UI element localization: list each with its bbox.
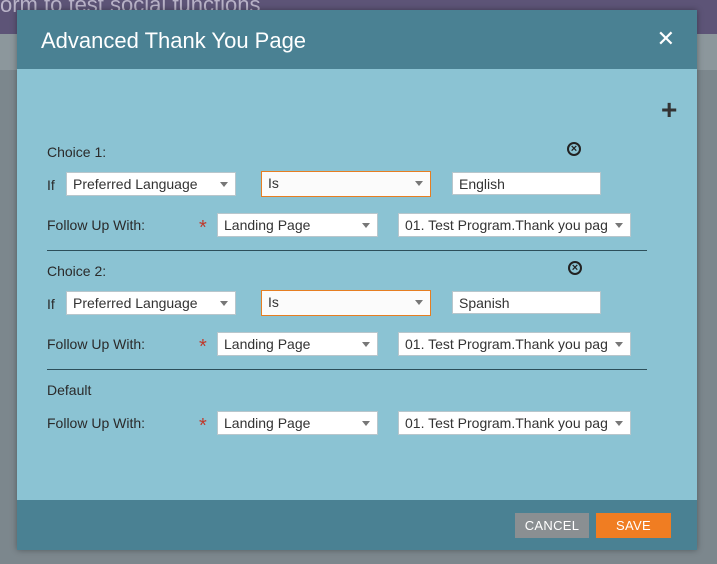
choice-1-page-value: 01. Test Program.Thank you pag	[405, 217, 608, 233]
choice-2-operator-value: Is	[268, 294, 279, 310]
choice-2-if-label: If	[47, 296, 55, 312]
choice-2-type-value: Landing Page	[224, 336, 311, 352]
chevron-down-icon	[415, 181, 423, 186]
choice-2-follow-label: Follow Up With:	[47, 336, 146, 352]
choice-1-value-text: English	[459, 176, 505, 192]
required-indicator: *	[199, 336, 207, 358]
choice-2-page-value: 01. Test Program.Thank you pag	[405, 336, 608, 352]
choice-2-page-select[interactable]: 01. Test Program.Thank you pag	[398, 332, 631, 356]
choice-1-field-select[interactable]: Preferred Language	[66, 172, 236, 196]
choice-2-value-input[interactable]: Spanish	[452, 291, 601, 314]
default-label: Default	[47, 382, 92, 398]
default-type-value: Landing Page	[224, 415, 311, 431]
chevron-down-icon	[615, 223, 623, 228]
choice-1-value-input[interactable]: English	[452, 172, 601, 195]
choice-1-operator-value: Is	[268, 175, 279, 191]
choice-1-follow-label: Follow Up With:	[47, 217, 146, 233]
dialog-header: Advanced Thank You Page ✕	[17, 10, 697, 69]
choice-2-type-select[interactable]: Landing Page	[217, 332, 378, 356]
chevron-down-icon	[220, 182, 228, 187]
default-follow-label: Follow Up With:	[47, 415, 146, 431]
plus-icon[interactable]: +	[661, 96, 677, 124]
choice-2-value-text: Spanish	[459, 295, 510, 311]
save-button[interactable]: SAVE	[596, 513, 671, 538]
choice-divider	[47, 250, 647, 251]
dialog-title: Advanced Thank You Page	[41, 28, 307, 53]
remove-choice-2-icon[interactable]: ×	[568, 261, 582, 275]
choice-1-page-select[interactable]: 01. Test Program.Thank you pag	[398, 213, 631, 237]
default-page-select[interactable]: 01. Test Program.Thank you pag	[398, 411, 631, 435]
dialog-footer: CANCEL SAVE	[17, 500, 697, 550]
chevron-down-icon	[362, 421, 370, 426]
chevron-down-icon	[362, 223, 370, 228]
choice-1-if-label: If	[47, 177, 55, 193]
chevron-down-icon	[615, 342, 623, 347]
default-type-select[interactable]: Landing Page	[217, 411, 378, 435]
chevron-down-icon	[362, 342, 370, 347]
chevron-down-icon	[415, 300, 423, 305]
choice-2-field-select[interactable]: Preferred Language	[66, 291, 236, 315]
advanced-thank-you-dialog: Advanced Thank You Page ✕ + Choice 1: × …	[17, 10, 697, 550]
remove-choice-1-icon[interactable]: ×	[567, 142, 581, 156]
choice-1-label: Choice 1:	[47, 144, 107, 160]
choice-1-type-value: Landing Page	[224, 217, 311, 233]
cancel-button[interactable]: CANCEL	[515, 513, 589, 538]
chevron-down-icon	[615, 421, 623, 426]
choice-1-field-value: Preferred Language	[73, 176, 198, 192]
choice-divider	[47, 369, 647, 370]
choice-1-operator-select[interactable]: Is	[261, 171, 431, 197]
choice-2-operator-select[interactable]: Is	[261, 290, 431, 316]
chevron-down-icon	[220, 301, 228, 306]
required-indicator: *	[199, 415, 207, 437]
choice-2-field-value: Preferred Language	[73, 295, 198, 311]
required-indicator: *	[199, 217, 207, 239]
close-icon[interactable]: ✕	[657, 28, 675, 50]
default-page-value: 01. Test Program.Thank you pag	[405, 415, 608, 431]
choice-1-type-select[interactable]: Landing Page	[217, 213, 378, 237]
choice-2-label: Choice 2:	[47, 263, 107, 279]
